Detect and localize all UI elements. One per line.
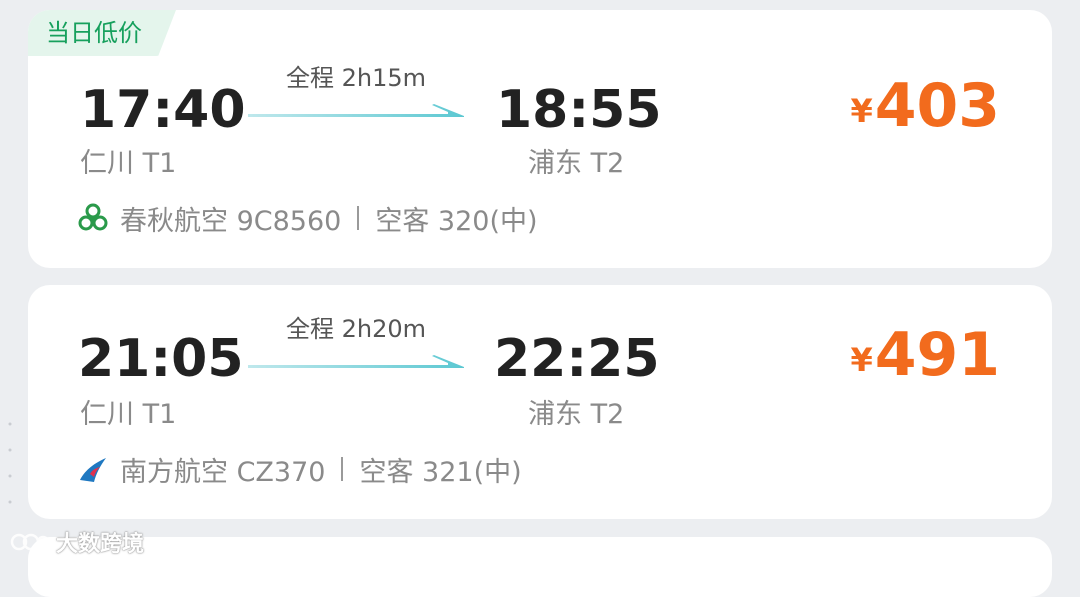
flight-duration: 全程 2h15m bbox=[285, 64, 427, 92]
china-southern-logo-icon bbox=[80, 458, 106, 482]
airline-flight-number: 南方航空 CZ370 bbox=[120, 456, 326, 488]
arrival-airport: 浦东 T2 bbox=[528, 399, 625, 430]
watermark-logo-icon bbox=[10, 533, 50, 551]
direction-arrow-icon bbox=[248, 355, 464, 368]
departure-time: 17:40 bbox=[80, 80, 246, 140]
aircraft-type: 空客 321(中) bbox=[359, 456, 522, 488]
arrival-time: 18:55 bbox=[496, 80, 662, 140]
departure-airport: 仁川 T1 bbox=[80, 148, 177, 179]
departure-airport: 仁川 T1 bbox=[80, 399, 177, 430]
price: ¥491 bbox=[850, 325, 1000, 385]
flight-info: 南方航空 CZ370 空客 321(中) bbox=[78, 453, 522, 488]
flight-duration: 全程 2h20m bbox=[285, 315, 427, 343]
arrival-airport: 浦东 T2 bbox=[528, 148, 625, 179]
price-amount: 403 bbox=[874, 71, 1000, 141]
edge-dots-decoration bbox=[8, 422, 12, 504]
currency-symbol: ¥ bbox=[850, 92, 873, 130]
watermark-text: 大数跨境 bbox=[56, 532, 145, 557]
flight-card[interactable]: 21:05 仁川 T1 全程 2h20m 22:25 浦东 T2 ¥491 南方… bbox=[28, 285, 1052, 519]
spring-airlines-logo-icon bbox=[78, 203, 108, 231]
low-price-badge: 当日低价 bbox=[28, 10, 176, 56]
divider bbox=[341, 457, 344, 481]
aircraft-type: 空客 320(中) bbox=[375, 205, 538, 237]
direction-arrow-icon bbox=[248, 104, 464, 117]
price: ¥403 bbox=[850, 76, 1000, 136]
airline-flight-number: 春秋航空 9C8560 bbox=[120, 205, 342, 237]
divider bbox=[357, 206, 360, 230]
watermark: 大数跨境 bbox=[10, 526, 144, 558]
flight-info: 春秋航空 9C8560 空客 320(中) bbox=[78, 202, 538, 237]
flight-card[interactable]: 当日低价 17:40 仁川 T1 全程 2h15m 18:55 浦东 T2 ¥4… bbox=[28, 10, 1052, 268]
flight-card[interactable] bbox=[28, 537, 1052, 597]
currency-symbol: ¥ bbox=[850, 341, 873, 379]
departure-time: 21:05 bbox=[78, 329, 244, 389]
arrival-time: 22:25 bbox=[494, 329, 660, 389]
price-amount: 491 bbox=[874, 320, 1000, 390]
